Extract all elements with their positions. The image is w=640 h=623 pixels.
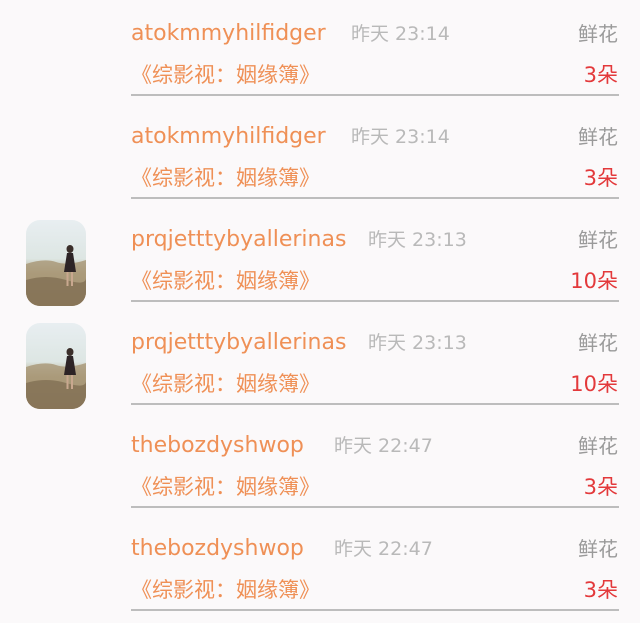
username[interactable]: thebozdyshwop xyxy=(131,534,304,564)
list-item[interactable]: thebozdyshwop 昨天 22:47 鲜花 《综影视：姻缘簿》 3朵 xyxy=(0,411,640,514)
list-item[interactable]: atokmmyhilfidger 昨天 23:14 鲜花 《综影视：姻缘簿》 3… xyxy=(0,0,640,102)
username[interactable]: prqjetttybyallerinas xyxy=(131,328,346,358)
list-item[interactable]: prqjetttybyallerinas 昨天 23:13 鲜花 《综影视：姻缘… xyxy=(0,205,640,308)
gift-type: 鲜花 xyxy=(578,434,618,458)
gift-type: 鲜花 xyxy=(578,125,618,149)
timestamp: 昨天 22:47 xyxy=(334,538,433,560)
gift-type: 鲜花 xyxy=(578,537,618,561)
timestamp: 昨天 23:13 xyxy=(368,332,467,354)
timestamp: 昨天 23:14 xyxy=(351,23,450,45)
gift-type: 鲜花 xyxy=(578,228,618,252)
timestamp: 昨天 23:14 xyxy=(351,126,450,148)
timestamp: 昨天 23:13 xyxy=(368,229,467,251)
list-item[interactable]: thebozdyshwop 昨天 22:47 鲜花 《综影视：姻缘簿》 3朵 xyxy=(0,514,640,617)
gift-record-list: atokmmyhilfidger 昨天 23:14 鲜花 《综影视：姻缘簿》 3… xyxy=(0,0,640,623)
avatar-photo xyxy=(26,245,86,306)
gift-count: 3朵 xyxy=(583,63,618,87)
gift-count: 3朵 xyxy=(583,166,618,190)
gift-count: 3朵 xyxy=(583,578,618,602)
divider xyxy=(131,300,619,302)
divider xyxy=(131,197,619,199)
avatar[interactable] xyxy=(26,220,86,306)
book-title[interactable]: 《综影视：姻缘簿》 xyxy=(131,575,320,605)
gift-type: 鲜花 xyxy=(578,331,618,355)
gift-count: 10朵 xyxy=(570,372,618,396)
username[interactable]: thebozdyshwop xyxy=(131,431,304,461)
gift-type: 鲜花 xyxy=(578,22,618,46)
username[interactable]: prqjetttybyallerinas xyxy=(131,225,346,255)
avatar[interactable] xyxy=(26,323,86,409)
username[interactable]: atokmmyhilfidger xyxy=(131,122,326,152)
divider xyxy=(131,94,619,96)
divider xyxy=(131,609,619,611)
book-title[interactable]: 《综影视：姻缘簿》 xyxy=(131,472,320,502)
timestamp: 昨天 22:47 xyxy=(334,435,433,457)
list-item[interactable]: prqjetttybyallerinas 昨天 23:13 鲜花 《综影视：姻缘… xyxy=(0,308,640,411)
list-item[interactable]: atokmmyhilfidger 昨天 23:14 鲜花 《综影视：姻缘簿》 3… xyxy=(0,102,640,205)
book-title[interactable]: 《综影视：姻缘簿》 xyxy=(131,369,320,399)
username[interactable]: atokmmyhilfidger xyxy=(131,19,326,49)
divider xyxy=(131,506,619,508)
book-title[interactable]: 《综影视：姻缘簿》 xyxy=(131,60,320,90)
divider xyxy=(131,403,619,405)
book-title[interactable]: 《综影视：姻缘簿》 xyxy=(131,163,320,193)
gift-count: 3朵 xyxy=(583,475,618,499)
avatar-photo xyxy=(26,348,86,409)
book-title[interactable]: 《综影视：姻缘簿》 xyxy=(131,266,320,296)
gift-count: 10朵 xyxy=(570,269,618,293)
